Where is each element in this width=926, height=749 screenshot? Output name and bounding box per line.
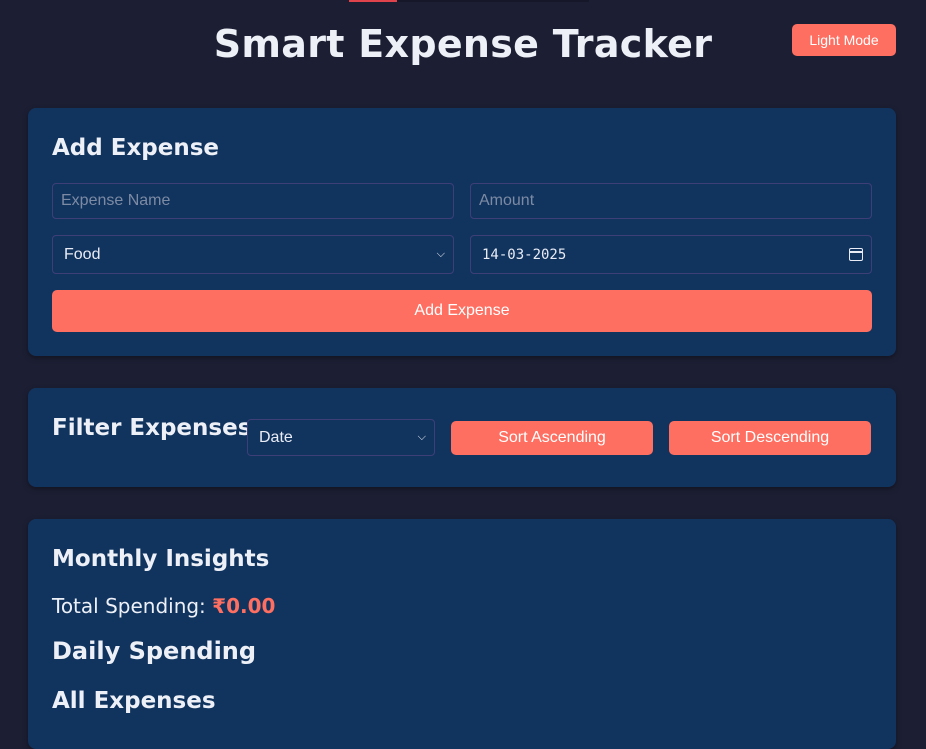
monthly-insights-heading: Monthly Insights	[52, 546, 270, 572]
sort-by-selected-value: Date	[259, 428, 293, 446]
expense-name-input[interactable]: Expense Name	[52, 183, 454, 219]
date-input[interactable]: 14-03-2025	[470, 235, 872, 274]
daily-spending-heading: Daily Spending	[52, 637, 257, 665]
expense-name-placeholder: Expense Name	[61, 192, 171, 209]
category-select[interactable]: Food ⌵	[52, 235, 454, 274]
add-expense-card: Add Expense Expense Name Amount Food ⌵ 1…	[28, 108, 896, 356]
total-spending-value: ₹0.00	[212, 594, 276, 618]
header: Smart Expense Tracker Light Mode	[0, 0, 926, 100]
category-selected-value: Food	[64, 245, 101, 263]
page-title: Smart Expense Tracker	[213, 22, 713, 66]
calendar-icon[interactable]	[849, 248, 863, 261]
all-expenses-heading: All Expenses	[52, 688, 216, 714]
filter-expenses-heading: Filter Expenses	[52, 415, 252, 441]
theme-toggle-button[interactable]: Light Mode	[792, 24, 896, 56]
amount-placeholder: Amount	[479, 192, 535, 209]
sort-descending-button[interactable]: Sort Descending	[669, 421, 871, 455]
add-expense-heading: Add Expense	[52, 135, 220, 161]
sort-ascending-button[interactable]: Sort Ascending	[451, 421, 653, 455]
chevron-down-icon: ⌵	[417, 431, 426, 443]
chevron-down-icon: ⌵	[436, 248, 445, 260]
date-value: 14-03-2025	[482, 246, 567, 263]
monthly-insights-card: Monthly Insights Total Spending: ₹0.00 D…	[28, 519, 896, 749]
total-spending-label: Total Spending:	[52, 594, 206, 618]
add-expense-button[interactable]: Add Expense	[52, 290, 872, 332]
total-spending: Total Spending: ₹0.00	[52, 594, 275, 618]
sort-by-select[interactable]: Date ⌵	[247, 419, 435, 456]
amount-input[interactable]: Amount	[470, 183, 872, 219]
filter-expenses-card: Filter Expenses Date ⌵ Sort Ascending So…	[28, 388, 896, 487]
